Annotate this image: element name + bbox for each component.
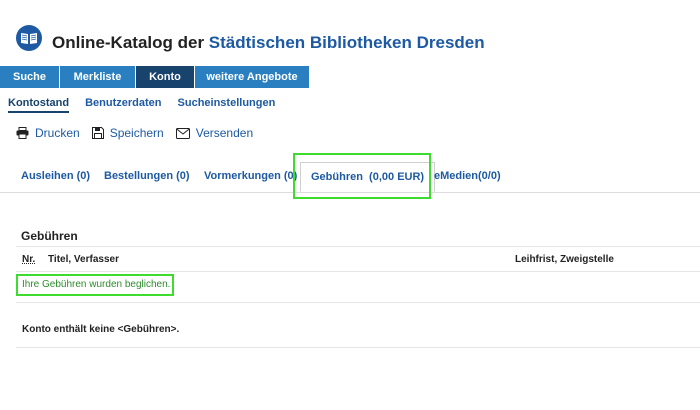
floppy-disk-icon <box>91 127 104 139</box>
print-label: Drucken <box>35 126 80 140</box>
library-logo-icon <box>16 25 42 51</box>
title-prefix: Online-Katalog der <box>52 33 209 52</box>
send-button[interactable]: Versenden <box>175 126 254 140</box>
action-bar: Drucken Speichern Versenden <box>16 126 265 140</box>
page-title: Online-Katalog der Städtischen Bibliothe… <box>52 33 485 53</box>
subnav-benutzerdaten[interactable]: Benutzerdaten <box>85 97 161 113</box>
nav-tab-merkliste[interactable]: Merkliste <box>60 66 136 88</box>
envelope-icon <box>175 127 190 139</box>
column-header-nr: Nr. <box>22 254 36 265</box>
title-accent: Städtischen Bibliotheken Dresden <box>208 33 485 52</box>
fees-table: Nr. Titel, Verfasser Leihfrist, Zweigste… <box>16 246 700 272</box>
divider <box>16 347 700 348</box>
section-title: Gebühren <box>21 229 78 243</box>
nav-tab-suche[interactable]: Suche <box>0 66 60 88</box>
column-header-title: Titel, Verfasser <box>48 254 119 265</box>
fees-paid-notice: Ihre Gebühren wurden beglichen. <box>16 274 174 296</box>
print-button[interactable]: Drucken <box>16 126 80 140</box>
tab-vormerkungen[interactable]: Vormerkungen (0) <box>204 170 297 182</box>
nav-tab-weitere-angebote[interactable]: weitere Angebote <box>195 66 310 88</box>
account-tabs: Ausleihen (0) Bestellungen (0) Vormerkun… <box>0 158 700 193</box>
subnav-sucheinstellungen[interactable]: Sucheinstellungen <box>178 97 276 113</box>
tab-emedien[interactable]: eMedien(0/0) <box>434 170 501 182</box>
subnav-kontostand[interactable]: Kontostand <box>8 97 70 113</box>
nav-tab-konto[interactable]: Konto <box>136 66 195 88</box>
account-subnav: Kontostand Benutzerdaten Sucheinstellung… <box>8 97 291 113</box>
save-label: Speichern <box>109 126 164 140</box>
empty-account-message: Konto enthält keine <Gebühren>. <box>22 324 180 335</box>
table-header: Nr. Titel, Verfasser Leihfrist, Zweigste… <box>16 246 700 272</box>
main-navigation: Suche Merkliste Konto weitere Angebote <box>0 66 310 88</box>
tab-bestellungen[interactable]: Bestellungen (0) <box>104 170 190 182</box>
printer-icon <box>16 127 29 139</box>
tab-gebuehren[interactable]: Gebühren (0,00 EUR) <box>300 162 436 192</box>
divider <box>16 302 700 303</box>
save-button[interactable]: Speichern <box>91 126 164 140</box>
tab-ausleihen[interactable]: Ausleihen (0) <box>21 170 90 182</box>
column-header-due-branch: Leihfrist, Zweigstelle <box>515 254 614 265</box>
page-header: Online-Katalog der Städtischen Bibliothe… <box>0 0 700 66</box>
send-label: Versenden <box>195 126 254 140</box>
